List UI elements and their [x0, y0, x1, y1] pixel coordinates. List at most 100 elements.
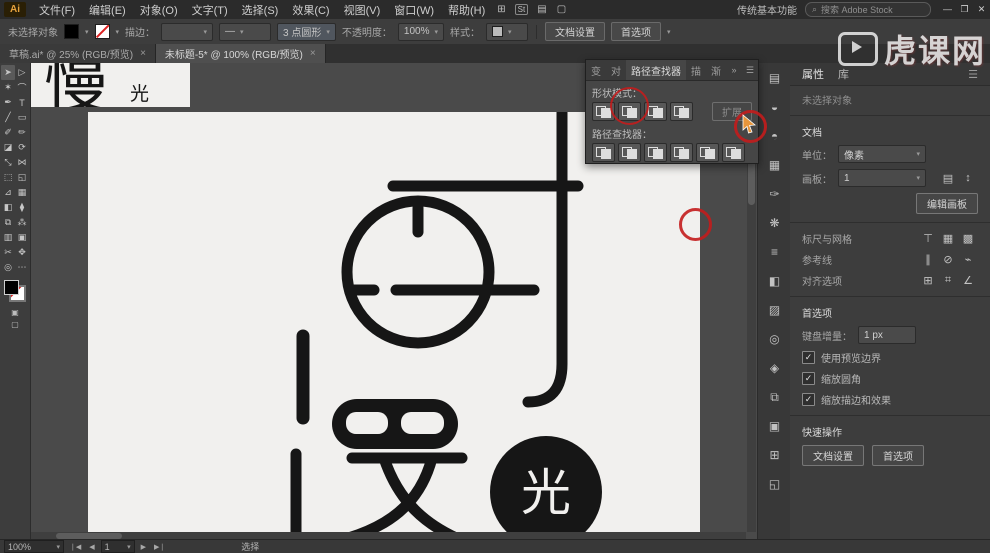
pencil-tool[interactable]: ✏ — [15, 125, 29, 140]
quick-document-setup-button[interactable]: 文档设置 — [802, 445, 864, 466]
document-tab-2[interactable]: 未标题-5* @ 100% (RGB/预览) × — [155, 44, 326, 63]
mesh-tool[interactable]: ▦ — [15, 185, 29, 200]
menu-file[interactable]: 文件(F) — [32, 2, 82, 18]
app-logo-icon[interactable]: Ai — [4, 2, 26, 17]
panel-stroke-icon[interactable]: ≡ — [763, 240, 787, 264]
panel-gradient-icon[interactable]: ◧ — [763, 269, 787, 293]
adobe-stock-icon[interactable]: St — [514, 4, 529, 15]
last-artboard-button[interactable]: ▶❘ — [152, 543, 167, 551]
close-button[interactable]: ✕ — [973, 4, 990, 15]
artboard-navigation-select[interactable]: 1 ▾ — [100, 540, 135, 553]
type-tool[interactable]: T — [15, 95, 29, 110]
snap-point-icon[interactable]: ∠ — [958, 274, 978, 287]
previous-artboard-button[interactable]: ◀ — [87, 543, 96, 551]
tab-transform[interactable]: 变 — [586, 60, 606, 80]
hand-tool[interactable]: ✥ — [15, 245, 29, 260]
panel-swatches-icon[interactable]: ▦ — [763, 153, 787, 177]
paintbrush-tool[interactable]: ✐ — [1, 125, 15, 140]
close-tab-icon[interactable]: × — [310, 48, 316, 59]
tab-stroke[interactable]: 描 — [686, 60, 706, 80]
minus-back-button[interactable] — [722, 143, 745, 162]
artboard[interactable]: 光 — [88, 112, 700, 533]
panel-libraries-icon[interactable]: ▤ — [763, 66, 787, 90]
screen-mode-icon[interactable]: ▢ — [11, 320, 19, 329]
stroke-color-swatch[interactable] — [94, 24, 110, 39]
scale-tool[interactable]: ⤡ — [1, 155, 15, 170]
unit-select[interactable]: 像素 ▾ — [838, 145, 926, 163]
slice-tool[interactable]: ✂ — [1, 245, 15, 260]
brush-definition-select[interactable]: 3 点圆形 ▾ — [277, 22, 336, 41]
scale-corners-checkbox[interactable]: ✓ — [802, 372, 815, 385]
edit-toolbar-icon[interactable]: ⋯ — [15, 260, 29, 275]
snap-pixel-icon[interactable]: ⌗ — [938, 274, 958, 287]
eraser-tool[interactable]: ◪ — [1, 140, 15, 155]
keyboard-increment-input[interactable]: 1 px — [858, 326, 916, 344]
fill-caret-icon[interactable]: ▾ — [85, 28, 89, 36]
quick-preferences-button[interactable]: 首选项 — [872, 445, 924, 466]
first-artboard-button[interactable]: ❘◀ — [68, 543, 83, 551]
blend-tool[interactable]: ⧉ — [1, 215, 15, 230]
use-preview-bounds-checkbox[interactable]: ✓ — [802, 351, 815, 364]
panel-menu-icon[interactable]: ☰ — [742, 65, 758, 76]
pen-tool[interactable]: ✒ — [1, 95, 15, 110]
next-artboard-button[interactable]: ▶ — [139, 543, 148, 551]
panel-brushes-icon[interactable]: ✑ — [763, 182, 787, 206]
arrange-documents-icon[interactable]: ⊞ — [492, 4, 510, 15]
scale-strokes-effects-checkbox[interactable]: ✓ — [802, 393, 815, 406]
rotate-tool[interactable]: ⟳ — [15, 140, 29, 155]
menu-view[interactable]: 视图(V) — [337, 2, 388, 18]
line-tool[interactable]: ╱ — [1, 110, 15, 125]
crop-button[interactable] — [670, 143, 693, 162]
style-select[interactable]: ▾ — [485, 22, 528, 41]
draw-mode-icon[interactable]: ▣ — [11, 308, 19, 317]
panel-artboards-icon[interactable]: ▣ — [763, 414, 787, 438]
tab-pathfinder[interactable]: 路径查找器 — [626, 60, 686, 80]
direct-selection-tool[interactable]: ▷ — [15, 65, 29, 80]
tab-gradient[interactable]: 渐 — [706, 60, 726, 80]
workspace-switcher[interactable]: 传统基本功能 — [729, 2, 805, 17]
trim-button[interactable] — [618, 143, 641, 162]
menu-object[interactable]: 对象(O) — [133, 2, 185, 18]
merge-button[interactable] — [644, 143, 667, 162]
restore-button[interactable]: ❐ — [956, 4, 973, 15]
panel-graphic-styles-icon[interactable]: ◈ — [763, 356, 787, 380]
panel-transparency-icon[interactable]: ▨ — [763, 298, 787, 322]
zoom-level-select[interactable]: 100% ▾ — [4, 540, 64, 553]
panel-pathfinder-icon[interactable]: ◱ — [763, 472, 787, 496]
zoom-tool[interactable]: ◎ — [1, 260, 15, 275]
menu-effect[interactable]: 效果(C) — [285, 2, 336, 18]
opacity-select[interactable]: 100% ▾ — [397, 22, 444, 41]
menu-edit[interactable]: 编辑(E) — [82, 2, 133, 18]
eyedropper-tool[interactable]: ⧫ — [15, 200, 29, 215]
shape-builder-tool[interactable]: ◱ — [15, 170, 29, 185]
smart-guides-icon[interactable]: ⌁ — [958, 253, 978, 266]
ruler-icon[interactable]: ⊤ — [918, 232, 938, 245]
panel-layers-icon[interactable]: ⧉ — [763, 385, 787, 409]
outline-button[interactable] — [696, 143, 719, 162]
panel-appearance-icon[interactable]: ◎ — [763, 327, 787, 351]
preferences-button[interactable]: 首选项 — [610, 22, 661, 41]
selection-tool[interactable]: ➤ — [1, 65, 15, 80]
exclude-button[interactable] — [670, 102, 693, 121]
artboard-tool[interactable]: ▣ — [15, 230, 29, 245]
close-tab-icon[interactable]: × — [140, 48, 146, 59]
document-setup-button[interactable]: 文档设置 — [544, 22, 605, 41]
lasso-tool[interactable]: ⌒ — [15, 80, 29, 95]
lock-guides-icon[interactable]: ⊘ — [938, 253, 958, 266]
artboard-select[interactable]: 1 ▾ — [838, 169, 926, 187]
snap-grid-icon[interactable]: ⊞ — [918, 274, 938, 287]
menu-help[interactable]: 帮助(H) — [441, 2, 492, 18]
menu-window[interactable]: 窗口(W) — [387, 2, 441, 18]
panel-more-icon[interactable]: » — [727, 65, 740, 75]
width-tool[interactable]: ⋈ — [15, 155, 29, 170]
divide-button[interactable] — [592, 143, 615, 162]
gradient-tool[interactable]: ◧ — [1, 200, 15, 215]
control-panel-menu-icon[interactable]: ▾ — [667, 28, 671, 36]
document-layout-icon[interactable]: ▤ — [532, 4, 551, 15]
artboard-options-icon[interactable]: ▤ — [938, 172, 958, 185]
perspective-grid-tool[interactable]: ⊿ — [1, 185, 15, 200]
menu-select[interactable]: 选择(S) — [235, 2, 286, 18]
stroke-caret-icon[interactable]: ▾ — [116, 28, 120, 36]
graph-tool[interactable]: ▥ — [1, 230, 15, 245]
artboard-reorder-icon[interactable]: ↕ — [958, 172, 978, 184]
